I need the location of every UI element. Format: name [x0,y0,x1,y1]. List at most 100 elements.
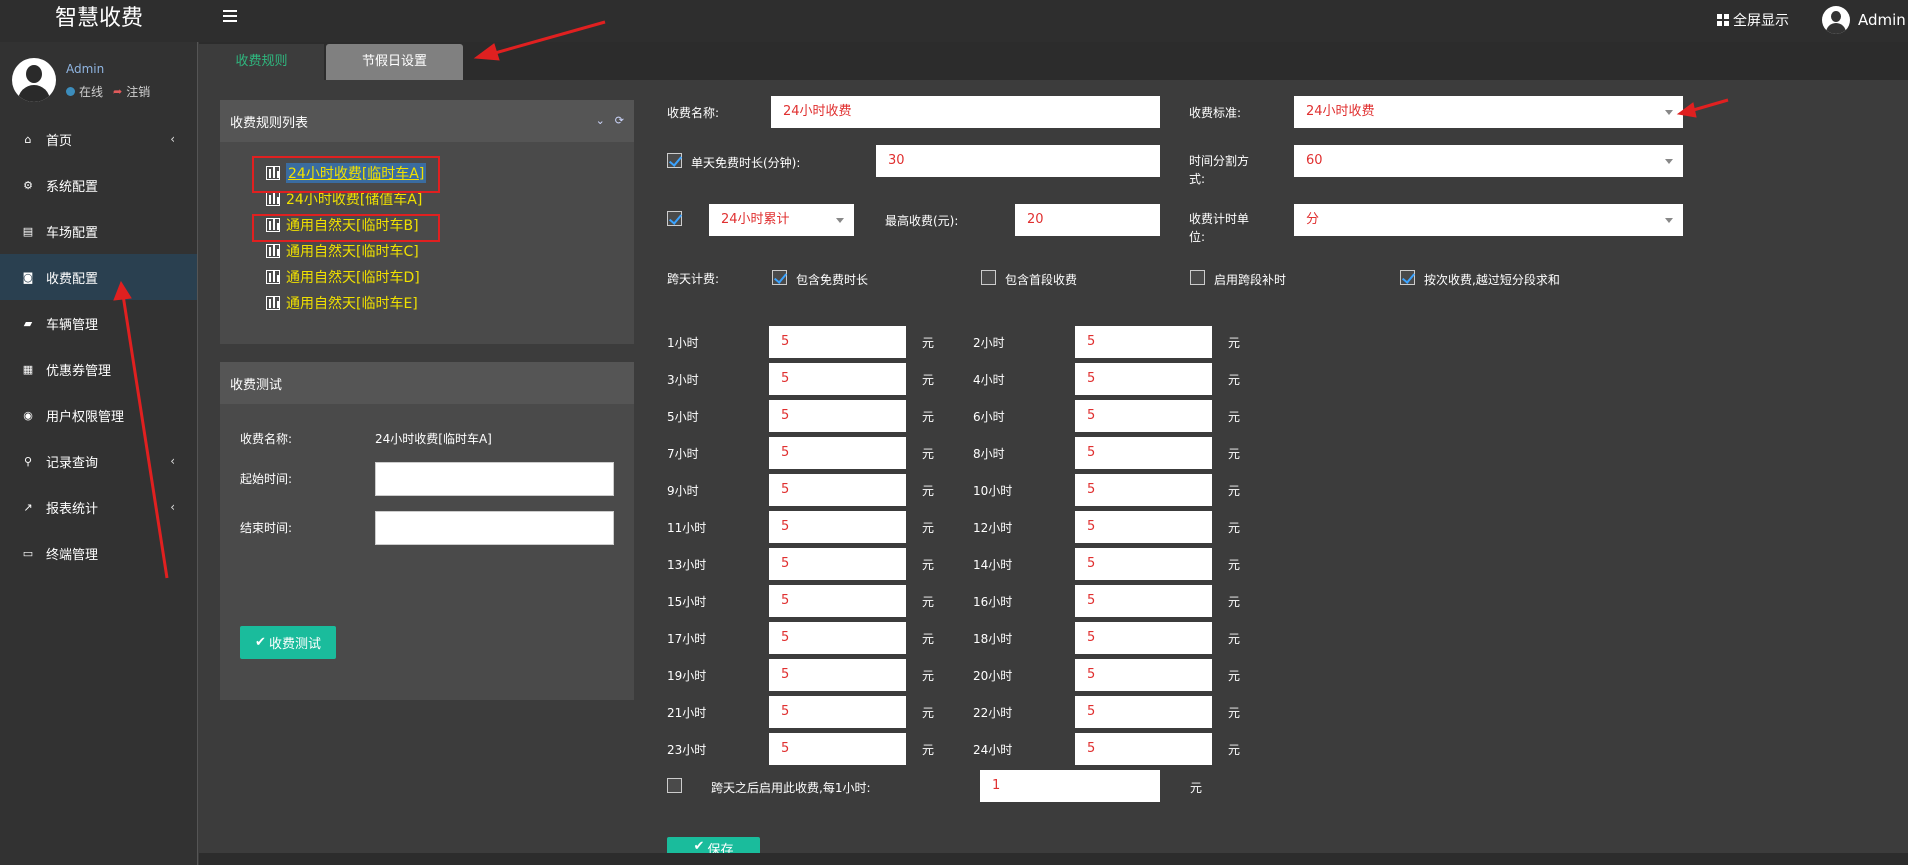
include-first-checkbox[interactable] [981,270,996,285]
hour-label: 5小时 [667,410,699,424]
test-start-input[interactable] [375,462,614,496]
sidebar-item-label: 记录查询 [46,455,99,471]
max-fee-input[interactable]: 20 [1015,204,1160,236]
hour-fee-input[interactable]: 5 [1075,548,1212,580]
hour-label: 21小时 [667,706,707,720]
sidebar-item-permission[interactable]: ◉ 用户权限管理 [0,392,197,438]
fee-test-button[interactable]: ✔ 收费测试 [240,626,336,659]
sidebar-item-label: 系统配置 [46,179,99,195]
sidebar-item-system[interactable]: ⚙ 系统配置 [0,162,197,208]
refresh-icon[interactable]: ⟳ [615,114,624,127]
hour-fee-input[interactable]: 5 [1075,511,1212,543]
app-title: 智慧收费 [54,6,143,31]
cross-supplement-checkbox[interactable] [1190,270,1205,285]
name-label: 收费名称: [667,106,720,120]
hour-fee-input[interactable]: 5 [769,733,906,765]
per-time-checkbox[interactable] [1400,270,1415,285]
sidebar-item-coupon[interactable]: ▦ 优惠券管理 [0,346,197,392]
sidebar-item-vehicle[interactable]: ▰ 车辆管理 [0,300,197,346]
logout-icon[interactable]: ➦ [113,85,122,98]
hour-fee-input[interactable]: 5 [1075,474,1212,506]
hour-fee-input[interactable]: 5 [769,622,906,654]
hour-fee-input[interactable]: 5 [1075,733,1212,765]
sidebar-item-fee-config[interactable]: ◙ 收费配置 [0,254,197,300]
tab-holiday-settings[interactable]: 节假日设置 [326,44,463,80]
standard-select[interactable]: 24小时收费 [1294,96,1683,128]
hour-fee-input[interactable]: 5 [1075,585,1212,617]
profile-status: 在线 ➦ 注销 [66,83,150,100]
currency-unit: 元 [922,706,935,720]
hamburger-menu-icon[interactable] [223,10,237,24]
hour-fee-input[interactable]: 5 [1075,696,1212,728]
hour-fee-input[interactable]: 5 [769,585,906,617]
hour-fee-input[interactable]: 5 [1075,659,1212,691]
hour-fee-input[interactable]: 5 [769,659,906,691]
line-chart-icon: ↗ [23,500,33,514]
currency-unit: 元 [922,373,935,387]
check-icon: ✔ [693,839,705,854]
mode-select[interactable]: 24小时累计 [709,204,854,236]
hour-fee-input[interactable]: 5 [769,511,906,543]
hour-fee-input[interactable]: 5 [769,400,906,432]
name-input[interactable]: 24小时收费 [771,96,1160,128]
tree-item[interactable]: 通用自然天[临时车E] [220,290,634,316]
fee-test-header: 收费测试 [220,362,634,404]
hour-fee-input[interactable]: 5 [1075,326,1212,358]
after-crossday-input[interactable]: 1 [980,770,1160,802]
profile-panel: Admin 在线 ➦ 注销 [0,42,197,110]
test-end-input[interactable] [375,511,614,545]
currency-unit: 元 [1228,373,1241,387]
tab-fee-rules[interactable]: 收费规则 [199,44,324,80]
hour-fee-input[interactable]: 5 [769,474,906,506]
monitor-icon: ▭ [22,546,34,560]
hour-fee-input[interactable]: 5 [1075,437,1212,469]
hour-fee-input[interactable]: 5 [769,548,906,580]
sidebar-item-parking[interactable]: ▤ 车场配置 [0,208,197,254]
free-duration-input[interactable]: 30 [876,145,1160,177]
hour-fee-input[interactable]: 5 [769,326,906,358]
tree-item-label: 通用自然天[临时车D] [286,270,420,286]
include-free-checkbox[interactable] [772,270,787,285]
currency-unit: 元 [1228,743,1241,757]
user-avatar-icon [1822,6,1850,34]
mode-checkbox[interactable] [667,211,682,226]
currency-unit: 元 [1228,632,1241,646]
chevron-down-icon[interactable]: ⌄ [596,114,605,127]
hour-fee-input[interactable]: 5 [769,363,906,395]
fullscreen-button[interactable]: 全屏显示 [1717,10,1789,30]
cross-supplement-label: 启用跨段补时 [1214,273,1287,287]
hour-label: 24小时 [973,743,1013,757]
sidebar-item-terminal[interactable]: ▭ 终端管理 [0,530,197,576]
standard-select-value: 24小时收费 [1306,104,1375,119]
footer-bar [199,853,1908,865]
profile-name: Admin [66,62,105,76]
sidebar-menu: ⌂ 首页 ‹ ⚙ 系统配置 ▤ 车场配置 ◙ 收费配置 ▰ 车辆管理 ▦ 优惠券管理 ◉ 用户权… [0,116,197,576]
currency-unit: 元 [922,669,935,683]
hour-fee-input[interactable]: 5 [769,696,906,728]
unit-select[interactable]: 分 [1294,204,1683,236]
tree-item[interactable]: 通用自然天[临时车D] [220,264,634,290]
sidebar-item-records[interactable]: ⚲ 记录查询 ‹ [0,438,197,484]
rule-node-icon [266,192,280,206]
hour-label: 18小时 [973,632,1013,646]
sidebar-item-reports[interactable]: ↗ 报表统计 ‹ [0,484,197,530]
sidebar-item-home[interactable]: ⌂ 首页 ‹ [0,116,197,162]
fee-test-title: 收费测试 [230,377,283,393]
currency-unit: 元 [1228,558,1241,572]
standard-label: 收费标准: [1189,106,1242,120]
logout-link[interactable]: 注销 [126,83,150,100]
hour-fee-input[interactable]: 5 [1075,400,1212,432]
currency-unit: 元 [1228,595,1241,609]
user-menu[interactable]: Admin [1822,6,1906,34]
hour-fee-input[interactable]: 5 [1075,622,1212,654]
after-crossday-checkbox[interactable] [667,778,682,793]
hour-fee-input[interactable]: 5 [1075,363,1212,395]
hour-fee-input[interactable]: 5 [769,437,906,469]
hour-label: 1小时 [667,336,699,350]
hour-label: 17小时 [667,632,707,646]
chevron-left-icon: ‹ [170,132,175,146]
split-select[interactable]: 60 [1294,145,1683,177]
currency-unit: 元 [1228,336,1241,350]
user-circle-icon: ◉ [23,408,33,422]
free-duration-checkbox[interactable] [667,153,682,168]
